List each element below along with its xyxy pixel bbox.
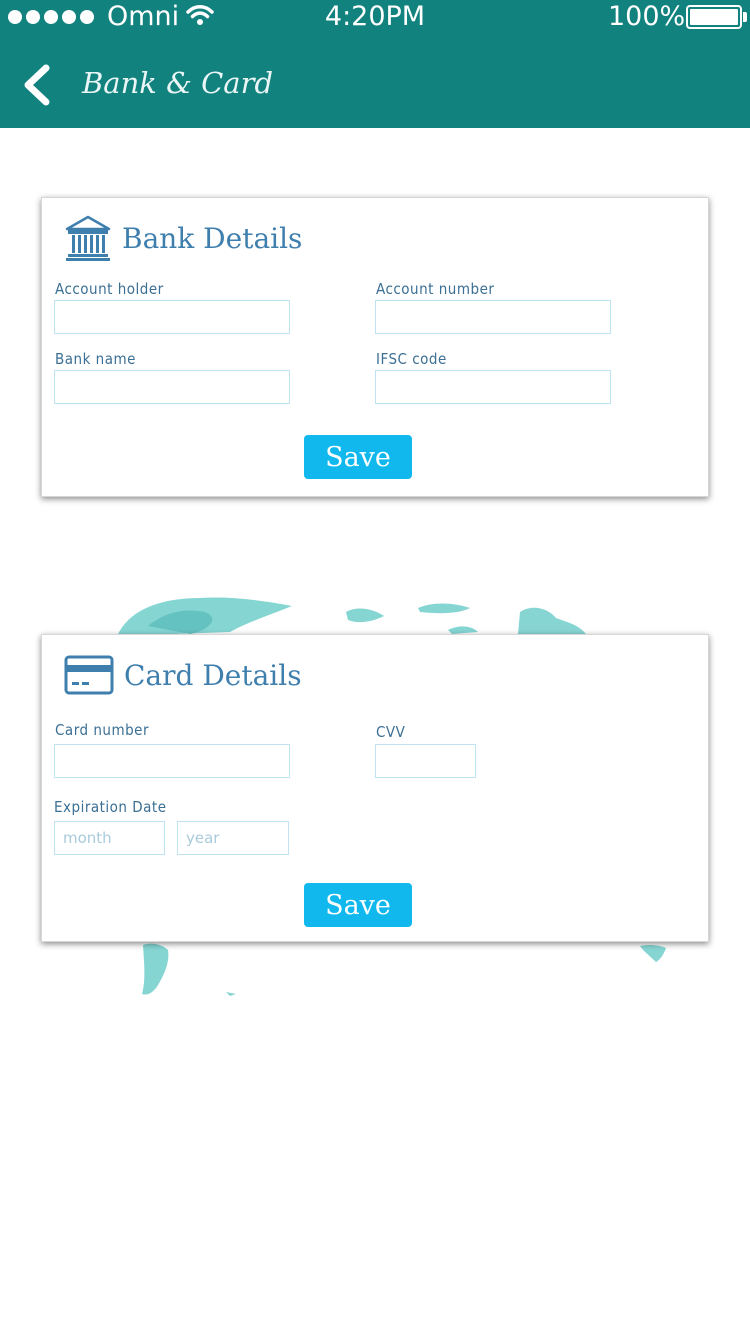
bank-name-label: Bank name: [55, 350, 136, 368]
credit-card-icon: [64, 655, 114, 695]
card-number-input[interactable]: [54, 744, 290, 778]
battery-icon: [686, 5, 742, 29]
ifsc-code-label: IFSC code: [376, 350, 447, 368]
bank-details-title: Bank Details: [122, 221, 303, 255]
card-details-card: Card Details Card number CVV Expiration …: [41, 634, 709, 942]
ifsc-code-input[interactable]: [375, 370, 611, 404]
bank-icon: [65, 215, 111, 261]
battery-tip: [743, 12, 747, 22]
account-number-label: Account number: [376, 280, 495, 298]
save-card-button[interactable]: Save: [304, 883, 412, 927]
cvv-input[interactable]: [375, 744, 476, 778]
battery-percentage: 100%: [608, 1, 686, 32]
card-details-header: Card Details: [64, 645, 302, 705]
expiration-month-input[interactable]: [54, 821, 165, 855]
chevron-left-icon[interactable]: [16, 62, 60, 108]
bank-details-card: Bank Details Account holder Account numb…: [41, 197, 709, 497]
app-header: Omni 4:20PM 100% Bank & Card: [0, 0, 750, 128]
save-bank-button[interactable]: Save: [304, 435, 412, 479]
bank-details-header: Bank Details: [64, 208, 302, 268]
card-details-title: Card Details: [124, 658, 302, 692]
page-title: Bank & Card: [82, 66, 274, 100]
card-number-label: Card number: [55, 721, 150, 739]
account-holder-input[interactable]: [54, 300, 290, 334]
account-number-input[interactable]: [375, 300, 611, 334]
expiration-date-label: Expiration Date: [54, 798, 167, 816]
bank-name-input[interactable]: [54, 370, 290, 404]
expiration-year-input[interactable]: [177, 821, 289, 855]
account-holder-label: Account holder: [55, 280, 164, 298]
cvv-label: CVV: [376, 723, 406, 741]
status-bar: Omni 4:20PM 100%: [0, 0, 750, 36]
